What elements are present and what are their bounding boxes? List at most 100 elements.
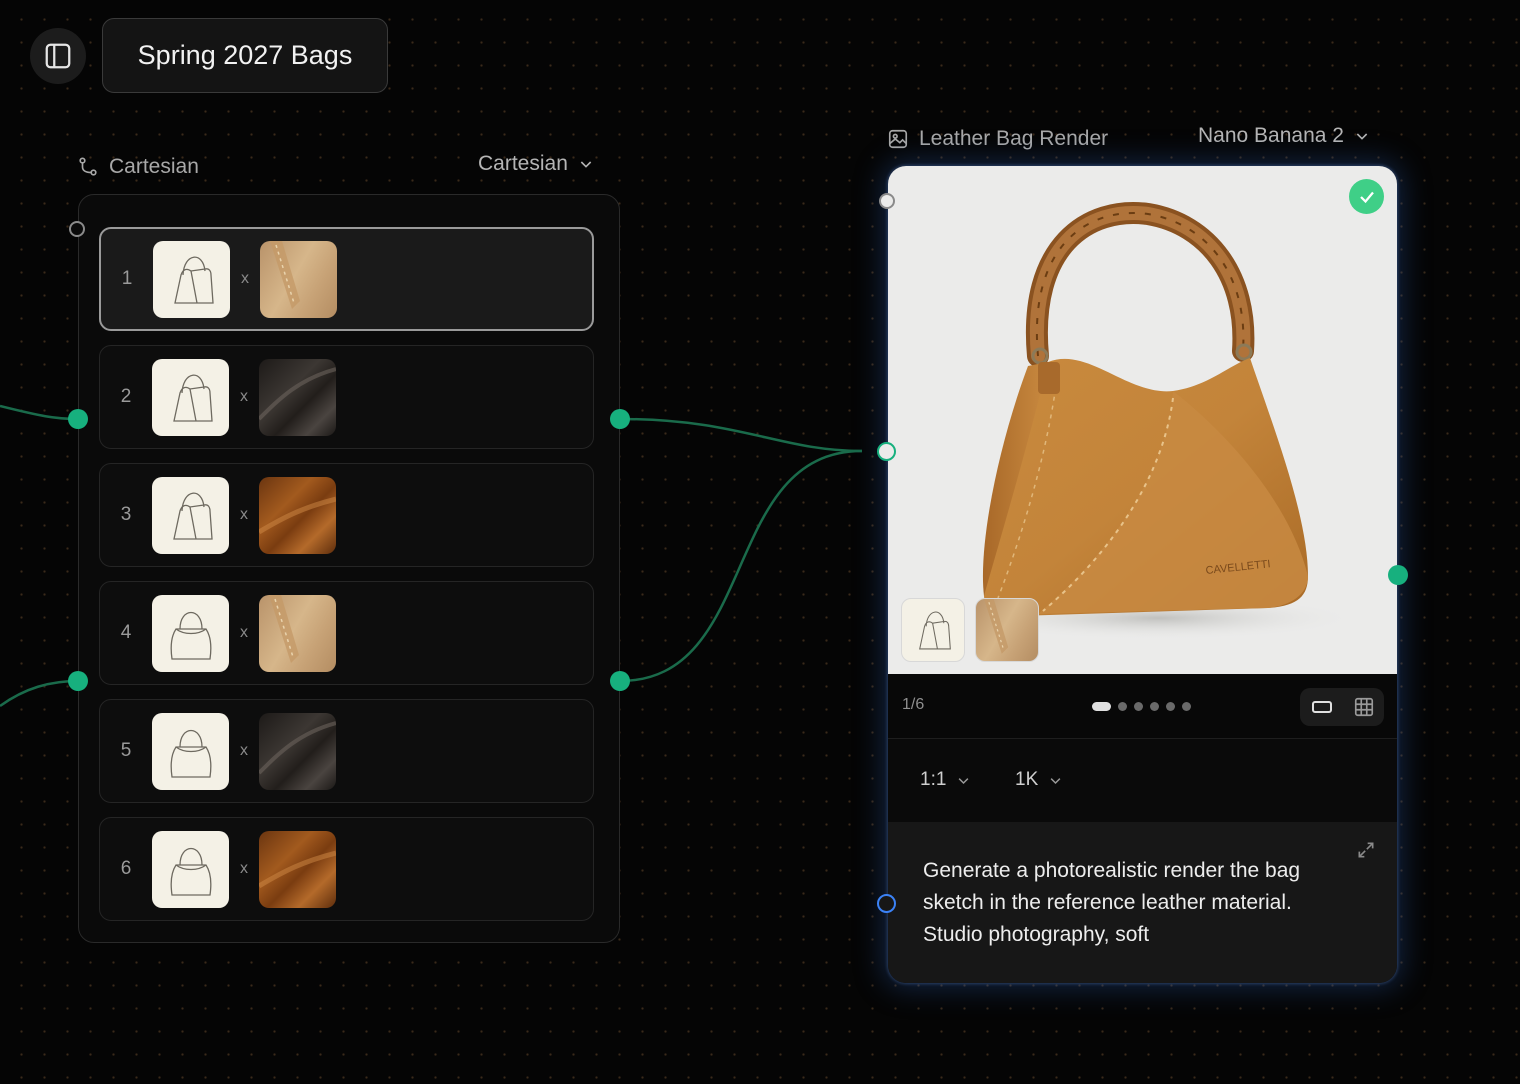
- branch-icon: [79, 157, 97, 176]
- shoulder-bag-sketch-icon: [173, 374, 213, 422]
- cartesian-input-port-empty[interactable]: [69, 221, 85, 237]
- combination-row-2[interactable]: 2 x: [99, 345, 594, 449]
- row-separator: x: [240, 860, 248, 877]
- combination-row-4[interactable]: 4 x: [99, 581, 594, 685]
- edge-input-a: [0, 404, 79, 421]
- resolution-value: 1K: [1015, 769, 1039, 790]
- material-thumbnail: [259, 830, 336, 908]
- cartesian-mode-select[interactable]: Cartesian: [478, 152, 594, 176]
- pagination-dot-6[interactable]: [1182, 702, 1191, 711]
- chevron-down-icon: [580, 161, 592, 168]
- chevron-down-icon: [1356, 133, 1368, 140]
- cartesian-input-port-a[interactable]: [68, 409, 88, 429]
- combination-row-6[interactable]: 6 x: [99, 817, 594, 921]
- material-thumbnail: [259, 476, 336, 554]
- row-separator: x: [240, 506, 248, 523]
- row-index: 2: [120, 386, 132, 407]
- bucket-bag-sketch-icon: [170, 729, 212, 778]
- pagination-dot-3[interactable]: [1134, 702, 1143, 711]
- aspect-ratio-select[interactable]: 1:1: [920, 769, 971, 791]
- reference-material-thumbnail[interactable]: [975, 598, 1039, 662]
- black-leather-swatch-icon: [259, 366, 336, 420]
- sidebar-toggle-button[interactable]: [30, 28, 86, 84]
- tan-suede-swatch-icon: [270, 240, 300, 309]
- render-output-image[interactable]: CAVELLETTI: [888, 166, 1397, 674]
- cartesian-input-port-b[interactable]: [68, 671, 88, 691]
- material-thumbnail: [259, 358, 336, 436]
- prompt-text[interactable]: Generate a photorealistic render the bag…: [923, 855, 1323, 951]
- sketch-thumbnail: [152, 830, 229, 908]
- pagination-dot-4[interactable]: [1150, 702, 1159, 711]
- edge-output-row1: [619, 417, 863, 453]
- shoulder-bag-sketch-icon: [919, 611, 951, 650]
- sketch-thumbnail: [152, 358, 229, 436]
- row-index: 1: [121, 268, 133, 289]
- pagination-dot-1[interactable]: [1092, 702, 1111, 711]
- view-mode-toggle[interactable]: [1300, 688, 1384, 726]
- combination-row-1[interactable]: 1 x: [99, 227, 594, 331]
- combination-row-3[interactable]: 3 x: [99, 463, 594, 567]
- check-icon: [1359, 191, 1374, 203]
- aspect-ratio-value: 1:1: [920, 769, 947, 790]
- render-node-label: Leather Bag Render: [887, 127, 1108, 151]
- edge-output-row4: [619, 449, 863, 683]
- material-thumbnail: [259, 594, 336, 672]
- model-select[interactable]: Nano Banana 2: [1198, 124, 1370, 148]
- tan-suede-swatch-icon: [984, 599, 1009, 654]
- material-thumbnail: [260, 240, 337, 318]
- tan-suede-swatch-icon: [269, 594, 299, 663]
- edge-input-b: [0, 679, 79, 708]
- chevron-down-icon: [959, 777, 969, 784]
- render-node-card[interactable]: CAVELLETTI 1/6 1:1 1K Generate a photore…: [888, 166, 1397, 983]
- generation-settings: 1:1 1K: [888, 738, 1397, 823]
- bucket-bag-sketch-icon: [170, 611, 212, 660]
- shoulder-bag-sketch-icon: [173, 492, 213, 540]
- result-pager: 1/6: [888, 674, 1397, 738]
- grid-view-icon[interactable]: [1353, 696, 1375, 718]
- cartesian-mode-value: Cartesian: [478, 152, 568, 175]
- render-image-input-port[interactable]: [877, 442, 896, 461]
- prompt-editor[interactable]: Generate a photorealistic render the bag…: [888, 822, 1397, 983]
- cartesian-output-port-1[interactable]: [610, 409, 630, 429]
- row-separator: x: [241, 270, 249, 287]
- project-title[interactable]: Spring 2027 Bags: [102, 18, 388, 93]
- cartesian-output-port-4[interactable]: [610, 671, 630, 691]
- cartesian-node-panel[interactable]: 1 x 2 x 3 x 4 x 5 x 6 x: [78, 194, 620, 943]
- brown-leather-swatch-icon: [259, 496, 336, 534]
- material-thumbnail: [259, 712, 336, 790]
- row-separator: x: [240, 624, 248, 641]
- result-counter: 1/6: [902, 696, 925, 713]
- render-input-port-empty[interactable]: [879, 193, 895, 209]
- cartesian-node-label-text: Cartesian: [109, 155, 199, 178]
- render-complete-badge: [1349, 179, 1384, 214]
- expand-prompt-button[interactable]: [1356, 840, 1376, 865]
- chevron-down-icon: [1050, 777, 1061, 784]
- pagination-dot-5[interactable]: [1166, 702, 1175, 711]
- sketch-thumbnail: [153, 240, 230, 318]
- cartesian-node-label: Cartesian: [77, 155, 199, 179]
- row-index: 4: [120, 622, 132, 643]
- project-title-text: Spring 2027 Bags: [137, 40, 353, 70]
- brown-leather-swatch-icon: [259, 850, 336, 888]
- pagination-dot-2[interactable]: [1118, 702, 1127, 711]
- sketch-thumbnail: [152, 476, 229, 554]
- combination-row-5[interactable]: 5 x: [99, 699, 594, 803]
- pagination-dots[interactable]: [1092, 702, 1191, 711]
- row-separator: x: [240, 742, 248, 759]
- sidebar-panel-icon: [45, 43, 71, 69]
- sketch-thumbnail: [152, 594, 229, 672]
- render-prompt-input-port[interactable]: [877, 894, 896, 913]
- row-index: 6: [120, 858, 132, 879]
- single-view-icon[interactable]: [1310, 695, 1334, 719]
- row-index: 3: [120, 504, 132, 525]
- render-output-port[interactable]: [1388, 565, 1408, 585]
- render-node-label-text: Leather Bag Render: [919, 127, 1109, 150]
- bucket-bag-sketch-icon: [170, 847, 212, 896]
- model-select-value: Nano Banana 2: [1198, 124, 1344, 147]
- row-index: 5: [120, 740, 132, 761]
- reference-sketch-thumbnail[interactable]: [901, 598, 965, 662]
- expand-icon: [1358, 842, 1374, 858]
- resolution-select[interactable]: 1K: [1015, 769, 1063, 791]
- image-icon: [888, 129, 908, 149]
- black-leather-swatch-icon: [259, 720, 336, 774]
